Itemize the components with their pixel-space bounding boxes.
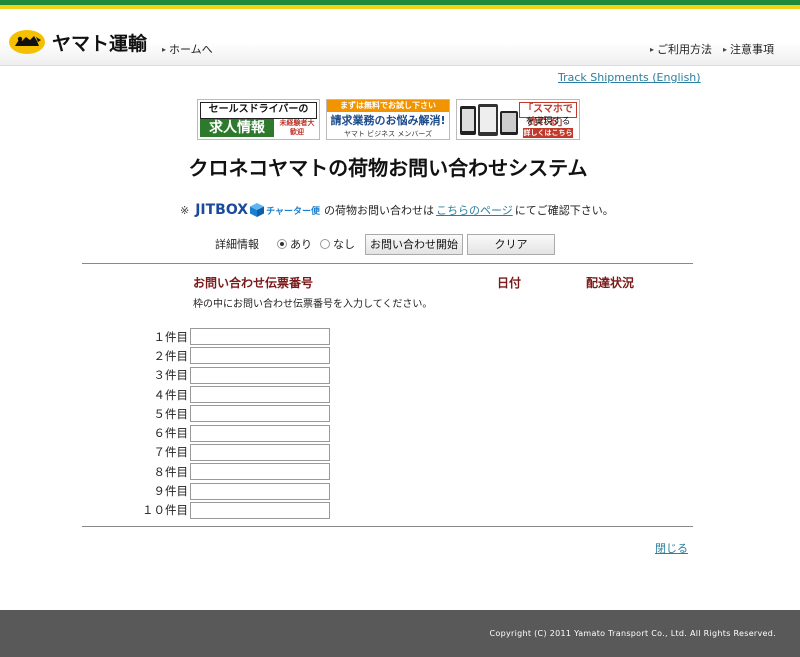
clear-button[interactable]: クリア bbox=[467, 233, 555, 255]
row-label: ３件目 bbox=[153, 368, 189, 383]
instruction-text: 枠の中にお問い合わせ伝票番号を入力してください。 bbox=[193, 299, 433, 310]
recruit-banner-main: 求人情報 bbox=[200, 119, 274, 137]
smartphone-devices-icon bbox=[460, 104, 518, 136]
tracking-row: ８件目 bbox=[130, 462, 330, 481]
tracking-number-input-8[interactable] bbox=[190, 463, 330, 481]
page-title: クロネコヤマトの荷物お問い合わせシステム bbox=[188, 156, 588, 180]
notes-link[interactable]: ▸ 注意事項 bbox=[723, 41, 774, 57]
tracking-row: ５件目 bbox=[130, 404, 330, 423]
detail-no-label[interactable]: なし bbox=[333, 236, 355, 252]
note-mark: ※ bbox=[180, 203, 190, 217]
yamato-logo[interactable]: ヤマト運輸 bbox=[8, 27, 147, 57]
detail-options: 詳細情報 あり なし お問い合わせ開始 クリア bbox=[215, 233, 555, 255]
site-footer: Copyright (C) 2011 Yamato Transport Co.,… bbox=[0, 610, 800, 657]
jitbox-text-after: にてご確認下さい。 bbox=[514, 204, 614, 217]
tracking-number-input-9[interactable] bbox=[190, 482, 330, 500]
tracking-row: ７件目 bbox=[130, 443, 330, 462]
tracking-row: ６件目 bbox=[130, 423, 330, 442]
detail-yes-label[interactable]: あり bbox=[290, 236, 312, 252]
tracking-number-input-6[interactable] bbox=[190, 424, 330, 442]
tracking-row: ３件目 bbox=[130, 366, 330, 385]
home-link[interactable]: ▸ ホームへ bbox=[162, 41, 213, 57]
arrow-right-icon: ▸ bbox=[162, 44, 167, 54]
smartphone-banner[interactable]: 「スマホで売れる」 を実現する 詳しくはこちら bbox=[456, 99, 580, 140]
tracking-number-input-1[interactable] bbox=[190, 328, 330, 346]
logo-text: ヤマト運輸 bbox=[52, 32, 148, 55]
row-label: ９件目 bbox=[153, 484, 189, 499]
notes-link-label: 注意事項 bbox=[730, 43, 775, 56]
home-link-label: ホームへ bbox=[169, 43, 213, 56]
jitbox-logo: JITBOX bbox=[195, 202, 249, 218]
copyright-text: Copyright (C) 2011 Yamato Transport Co.,… bbox=[489, 629, 776, 638]
smartphone-banner-cta: 詳しくはこちら bbox=[523, 128, 573, 138]
row-label: ６件目 bbox=[153, 426, 189, 441]
row-label: ７件目 bbox=[153, 445, 189, 460]
jitbox-notice: ※ JITBOX チャーター便 の荷物お問い合わせは こちらのページ にてご確認… bbox=[180, 200, 614, 220]
jitbox-charter-label: チャーター便 bbox=[266, 206, 320, 217]
row-label: ５件目 bbox=[153, 406, 189, 421]
smartphone-banner-sub: を実現する bbox=[525, 117, 571, 127]
tracking-row: １０件目 bbox=[130, 501, 330, 520]
start-inquiry-button[interactable]: お問い合わせ開始 bbox=[365, 233, 463, 255]
tracking-number-input-3[interactable] bbox=[190, 366, 330, 384]
tracking-row: ９件目 bbox=[130, 481, 330, 500]
column-header-tracking-number: お問い合わせ伝票番号 bbox=[193, 276, 314, 290]
smartphone-banner-main: 「スマホで売れる」 bbox=[519, 102, 577, 128]
row-label: ４件目 bbox=[153, 387, 189, 402]
arrow-right-icon: ▸ bbox=[650, 44, 655, 54]
business-members-banner[interactable]: まずは無料でお試し下さい 請求業務のお悩み解消! ヤマト ビジネス メンバーズ bbox=[326, 99, 450, 140]
recruit-banner-top: セールスドライバーの bbox=[200, 102, 317, 119]
tracking-number-input-10[interactable] bbox=[190, 501, 330, 519]
tracking-number-input-7[interactable] bbox=[190, 443, 330, 461]
recruit-banner-side: 未経験者大歓迎 bbox=[279, 119, 315, 136]
row-label: ８件目 bbox=[153, 464, 189, 479]
column-header-delivery-status: 配達状況 bbox=[586, 276, 635, 290]
track-shipments-english-link[interactable]: Track Shipments (English) bbox=[558, 71, 701, 84]
column-header-date: 日付 bbox=[497, 276, 522, 290]
business-banner-top: まずは無料でお試し下さい bbox=[327, 100, 449, 112]
jitbox-text-before: の荷物お問い合わせは bbox=[323, 204, 434, 217]
row-label: １０件目 bbox=[142, 503, 188, 518]
row-label: ２件目 bbox=[153, 348, 189, 363]
divider-bottom bbox=[82, 526, 693, 527]
recruit-banner[interactable]: セールスドライバーの 求人情報 未経験者大歓迎 bbox=[197, 99, 320, 140]
tracking-row: ２件目 bbox=[130, 346, 330, 365]
usage-link[interactable]: ▸ ご利用方法 bbox=[650, 41, 712, 57]
tracking-row: １件目 bbox=[130, 327, 330, 346]
black-cat-logo-icon bbox=[9, 30, 45, 54]
business-banner-bottom: ヤマト ビジネス メンバーズ bbox=[343, 130, 433, 138]
detail-no-radio[interactable] bbox=[320, 239, 330, 249]
tracking-number-rows: １件目 ２件目 ３件目 ４件目 ５件目 ６件目 ７件目 ８件目 ９件目 １０件目 bbox=[130, 327, 330, 520]
tracking-row: ４件目 bbox=[130, 385, 330, 404]
tracking-number-input-4[interactable] bbox=[190, 386, 330, 404]
usage-link-label: ご利用方法 bbox=[657, 43, 713, 56]
row-label: １件目 bbox=[153, 329, 189, 344]
business-banner-main: 請求業務のお悩み解消! bbox=[327, 113, 449, 129]
arrow-right-icon: ▸ bbox=[723, 44, 728, 54]
jitbox-page-link[interactable]: こちらのページ bbox=[436, 202, 513, 218]
detail-yes-radio[interactable] bbox=[277, 239, 287, 249]
cube-icon bbox=[250, 203, 265, 217]
close-link[interactable]: 閉じる bbox=[655, 540, 688, 556]
site-header: ヤマト運輸 ▸ ホームへ ▸ ご利用方法 ▸ 注意事項 bbox=[0, 9, 800, 66]
tracking-number-input-2[interactable] bbox=[190, 347, 330, 365]
tracking-number-input-5[interactable] bbox=[190, 405, 330, 423]
detail-label: 詳細情報 bbox=[215, 238, 259, 251]
divider-top bbox=[82, 263, 693, 264]
